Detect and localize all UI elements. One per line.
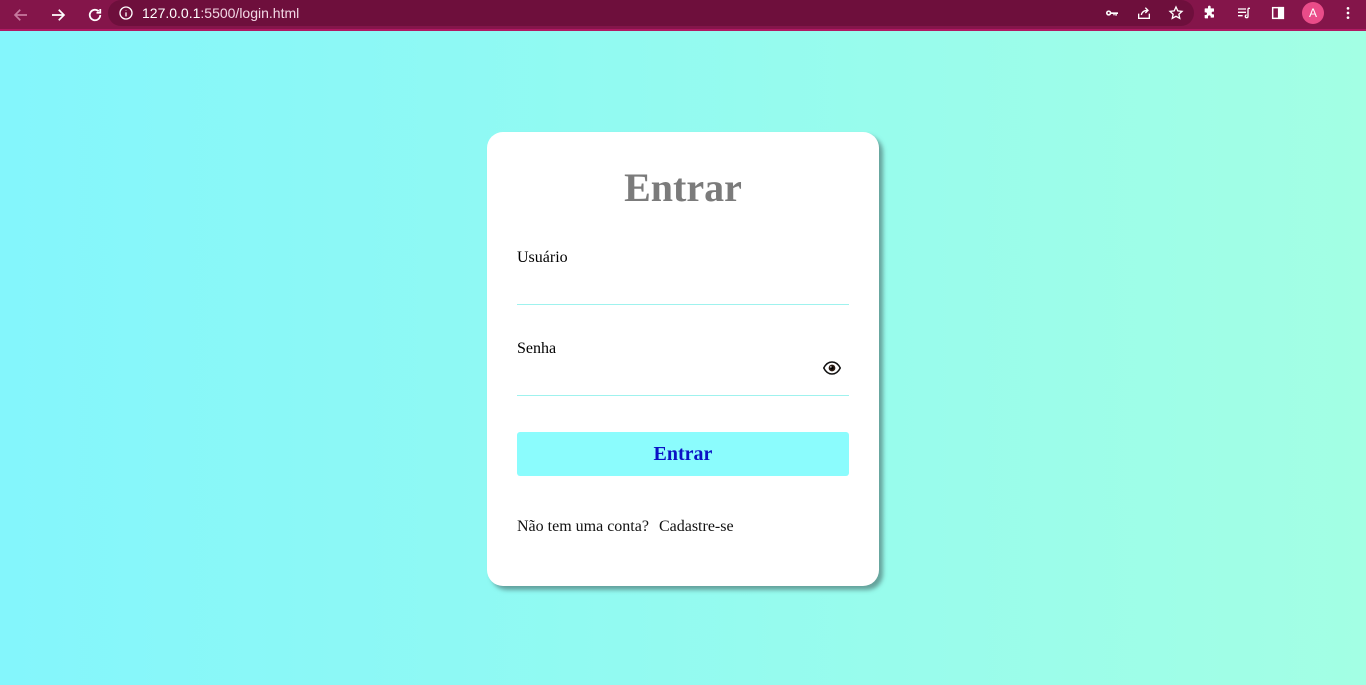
browser-toolbar: 127.0.0.1:5500/login.html A <box>0 0 1366 31</box>
reading-list-button[interactable] <box>1234 3 1254 23</box>
side-panel-button[interactable] <box>1268 3 1288 23</box>
signup-row: Não tem uma conta? Cadastre-se <box>517 518 734 536</box>
address-bar[interactable]: 127.0.0.1:5500/login.html <box>108 0 1194 26</box>
eye-icon[interactable] <box>823 360 841 376</box>
share-icon <box>1138 7 1150 19</box>
star-icon <box>1168 5 1184 20</box>
username-input[interactable] <box>517 278 817 302</box>
username-field: Usuário <box>517 249 849 305</box>
password-label: Senha <box>517 340 557 357</box>
extensions-button[interactable] <box>1200 3 1220 23</box>
no-account-text: Não tem uma conta? <box>517 518 649 535</box>
menu-icon <box>1346 7 1350 19</box>
username-label: Usuário <box>517 249 568 266</box>
login-title: Entrar <box>624 165 742 210</box>
signup-link[interactable]: Cadastre-se <box>659 518 734 536</box>
extensions-icon <box>1204 5 1214 19</box>
key-icon <box>1106 10 1118 16</box>
reload-button[interactable] <box>79 3 111 27</box>
password-key-button[interactable] <box>1102 3 1122 23</box>
forward-button[interactable] <box>42 3 74 27</box>
share-button[interactable] <box>1134 3 1154 23</box>
page-background: Entrar Usuário Senha Entrar Não tem uma … <box>0 31 1366 685</box>
submit-button[interactable]: Entrar <box>517 432 849 476</box>
forward-icon <box>52 8 66 21</box>
reload-icon <box>88 8 102 21</box>
profile-avatar[interactable]: A <box>1302 2 1324 24</box>
url-host: 127.0.0.1 <box>142 5 201 21</box>
login-card: Entrar Usuário Senha Entrar Não tem uma … <box>487 132 879 586</box>
back-button[interactable] <box>5 3 37 27</box>
back-icon <box>13 8 27 21</box>
url-path: :5500/login.html <box>200 5 300 21</box>
info-icon[interactable] <box>118 5 134 21</box>
password-field: Senha <box>517 340 849 396</box>
reading-list-icon <box>1238 7 1250 19</box>
side-panel-icon <box>1271 6 1285 20</box>
menu-button[interactable] <box>1338 3 1358 23</box>
bookmark-button[interactable] <box>1166 3 1186 23</box>
password-input[interactable] <box>517 369 817 393</box>
url-text[interactable]: 127.0.0.1:5500/login.html <box>142 5 299 21</box>
